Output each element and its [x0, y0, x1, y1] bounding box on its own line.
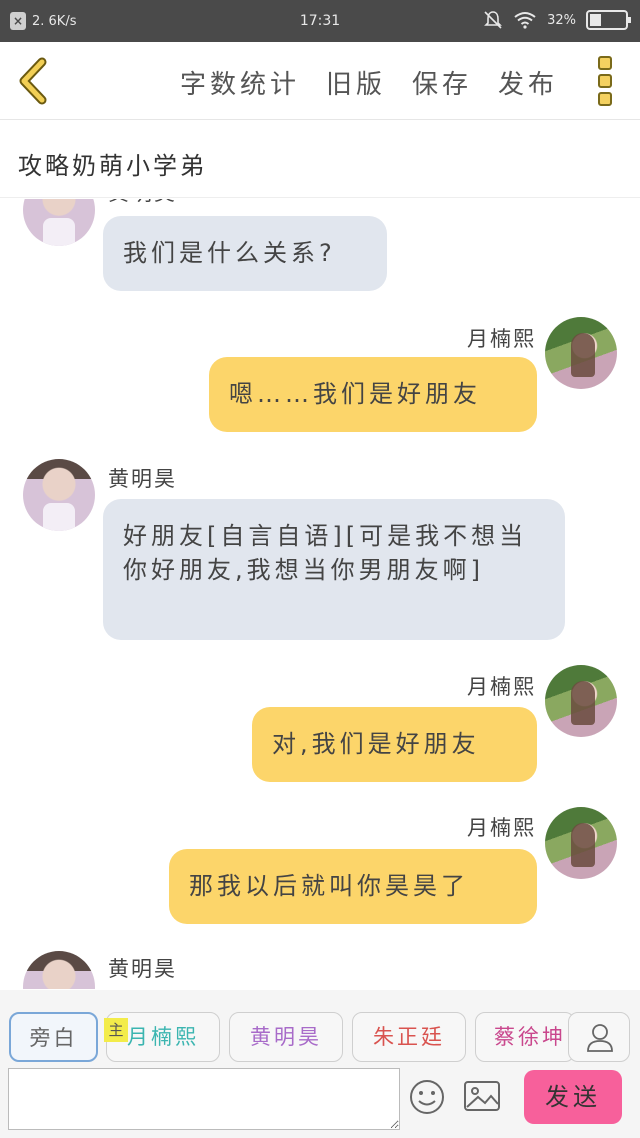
message-bubble[interactable]: 对,我们是好朋友 — [252, 707, 537, 782]
input-bar: 发送 — [0, 1064, 640, 1138]
user-icon-glyph — [587, 1024, 613, 1052]
speaker-name: 月楠熙 — [467, 816, 536, 840]
message-bubble[interactable]: 那我以后就叫你昊昊了 — [169, 849, 537, 924]
image-icon[interactable] — [462, 1078, 502, 1114]
app-bar: 字数统计 旧版 保存 发布 — [0, 42, 640, 120]
avatar-yue-nanxi[interactable] — [545, 665, 617, 737]
back-icon[interactable] — [14, 56, 54, 106]
speaker-name: 黄明昊 — [108, 199, 177, 207]
message-input[interactable] — [8, 1068, 400, 1130]
avatar-huang-minghao[interactable] — [23, 951, 95, 989]
role-chip-cai-xukun[interactable]: 蔡徐坤 — [475, 1012, 575, 1062]
role-selector: 旁白 月楠熙 黄明昊 朱正廷 蔡徐坤 — [0, 990, 640, 1066]
battery-fill — [590, 14, 601, 26]
wifi-icon — [514, 12, 536, 29]
more-dot — [598, 56, 612, 70]
avatar-yue-nanxi[interactable] — [545, 807, 617, 879]
publish-button[interactable]: 发布 — [498, 64, 558, 101]
status-right: 32% — [483, 10, 631, 30]
chat-area[interactable]: 黄明昊 我们是什么关系? 月楠熙 嗯……我们是好朋友 黄明昊 好朋友[自言自语]… — [0, 199, 640, 989]
status-bar: × 2. 6K/s 17:31 32% — [0, 0, 640, 42]
speaker-name: 月楠熙 — [467, 327, 536, 351]
speaker-name: 月楠熙 — [467, 675, 536, 699]
role-chip-narration[interactable]: 旁白 — [9, 1012, 98, 1062]
silent-bell-icon — [484, 11, 503, 29]
speaker-name: 黄明昊 — [108, 467, 177, 491]
user-icon[interactable] — [568, 1012, 630, 1062]
avatar-yue-nanxi[interactable] — [545, 317, 617, 389]
more-dot — [598, 92, 612, 106]
role-chip-zhu-zhengting[interactable]: 朱正廷 — [352, 1012, 466, 1062]
story-title-row[interactable]: 攻略奶萌小学弟 — [0, 120, 640, 198]
main-role-tag: 主 — [104, 1018, 128, 1042]
emoji-icon[interactable] — [408, 1078, 446, 1116]
message-bubble[interactable]: 嗯……我们是好朋友 — [209, 357, 537, 432]
battery-text: 32% — [547, 12, 576, 28]
old-version-button[interactable]: 旧版 — [326, 64, 386, 101]
message-bubble[interactable]: 我们是什么关系? — [103, 216, 387, 291]
message-bubble[interactable]: 好朋友[自言自语][可是我不想当你好朋友,我想当你男朋友啊] — [103, 499, 565, 640]
story-title: 攻略奶萌小学弟 — [18, 152, 207, 180]
send-button[interactable]: 发送 — [524, 1070, 622, 1124]
avatar-huang-minghao[interactable] — [23, 459, 95, 531]
speaker-name: 黄明昊 — [108, 957, 177, 981]
toolbar-actions: 字数统计 旧版 保存 发布 — [180, 64, 558, 101]
battery-icon — [586, 10, 631, 30]
save-button[interactable]: 保存 — [412, 64, 472, 101]
role-chip-huang-minghao[interactable]: 黄明昊 — [229, 1012, 343, 1062]
avatar-huang-minghao[interactable] — [23, 199, 95, 246]
word-count-button[interactable]: 字数统计 — [180, 64, 300, 101]
more-dot — [598, 74, 612, 88]
more-icon[interactable] — [598, 56, 614, 106]
